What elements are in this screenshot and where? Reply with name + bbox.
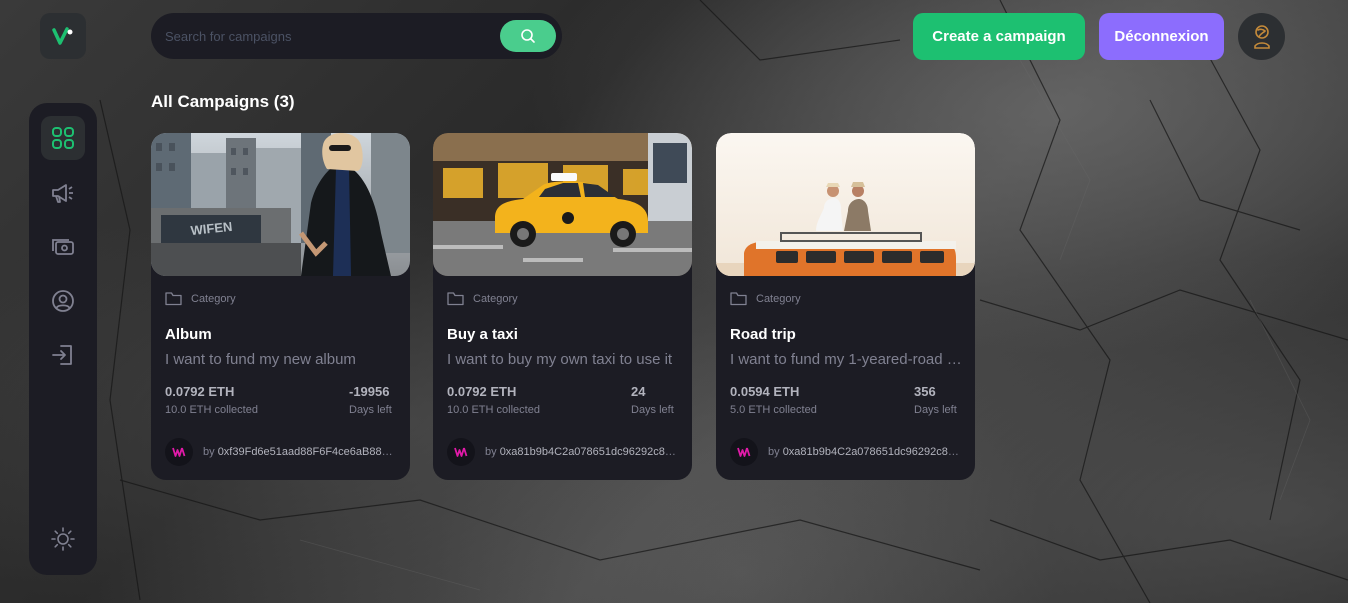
sidebar-item-profile[interactable] bbox=[41, 279, 85, 323]
campaign-description: I want to fund my new album bbox=[165, 351, 356, 368]
campaign-days-left: 356 bbox=[914, 384, 936, 399]
sidebar-item-dashboard[interactable] bbox=[41, 116, 85, 160]
owner-avatar bbox=[447, 438, 475, 466]
theme-toggle[interactable] bbox=[41, 517, 85, 561]
category-label: Category bbox=[756, 293, 801, 305]
folder-icon bbox=[730, 292, 747, 306]
sidebar-item-campaign[interactable] bbox=[41, 171, 85, 215]
owner-logo-icon bbox=[454, 447, 468, 457]
payment-icon bbox=[52, 239, 74, 255]
campaign-title: Buy a taxi bbox=[447, 326, 518, 343]
logout-button[interactable]: Déconnexion bbox=[1099, 13, 1224, 60]
category-label: Category bbox=[473, 293, 518, 305]
owner-by-label: by bbox=[768, 446, 780, 458]
campaign-card[interactable]: Category Buy a taxi I want to buy my own… bbox=[433, 133, 692, 480]
campaign-card[interactable]: Category Road trip I want to fund my 1-y… bbox=[716, 133, 975, 480]
campaign-owner: by 0xa81b9b4C2a078651dc96292c8b9c0a0F bbox=[730, 438, 962, 466]
app-logo[interactable] bbox=[40, 13, 86, 59]
avatar[interactable] bbox=[1238, 13, 1285, 60]
campaign-description: I want to fund my 1-yeared-road trip bbox=[730, 351, 962, 368]
folder-icon bbox=[447, 292, 464, 306]
sun-icon bbox=[51, 527, 75, 551]
owner-address: 0xf39Fd6e51aad88F6F4ce6aB8827279cffFb922… bbox=[217, 446, 397, 458]
campaign-description: I want to buy my own taxi to use it bbox=[447, 351, 673, 368]
campaign-title: Album bbox=[165, 326, 212, 343]
search-icon bbox=[521, 29, 535, 43]
campaign-amount: 0.0792 ETH bbox=[165, 384, 235, 399]
campaign-amount: 0.0594 ETH bbox=[730, 384, 800, 399]
dashboard-icon bbox=[52, 127, 74, 149]
category-row: Category bbox=[447, 292, 518, 306]
logout-icon bbox=[52, 345, 72, 365]
campaign-amount: 0.0792 ETH bbox=[447, 384, 517, 399]
campaign-image-taxi bbox=[433, 133, 692, 276]
page-title: All Campaigns (3) bbox=[151, 92, 295, 111]
owner-by-label: by bbox=[485, 446, 497, 458]
search-button[interactable] bbox=[500, 20, 556, 52]
sidebar bbox=[29, 103, 97, 575]
campaign-collected-label: 10.0 ETH collected bbox=[165, 404, 258, 416]
campaign-image-road-trip bbox=[716, 133, 975, 276]
campaign-days-label: Days left bbox=[914, 404, 957, 416]
create-campaign-button[interactable]: Create a campaign bbox=[913, 13, 1085, 60]
campaign-days-left: 24 bbox=[631, 384, 646, 399]
campaign-collected-label: 5.0 ETH collected bbox=[730, 404, 817, 416]
sidebar-item-logout[interactable] bbox=[41, 333, 85, 377]
campaign-days-left: -19956 bbox=[349, 384, 390, 399]
campaign-card[interactable]: WIFEN Category Album I want to fund my n… bbox=[151, 133, 410, 480]
campaign-owner: by 0xf39Fd6e51aad88F6F4ce6aB8827279cffFb… bbox=[165, 438, 397, 466]
owner-avatar bbox=[165, 438, 193, 466]
owner-logo-icon bbox=[737, 447, 751, 457]
logo-icon bbox=[52, 27, 73, 45]
category-row: Category bbox=[730, 292, 801, 306]
owner-logo-icon bbox=[172, 447, 186, 457]
campaign-days-label: Days left bbox=[349, 404, 392, 416]
category-label: Category bbox=[191, 293, 236, 305]
owner-by-label: by bbox=[203, 446, 215, 458]
owner-avatar bbox=[730, 438, 758, 466]
search-bar bbox=[151, 13, 562, 59]
profile-icon bbox=[52, 290, 74, 312]
campaign-title: Road trip bbox=[730, 326, 796, 343]
owner-address: 0xa81b9b4C2a078651dc96292c8b9c0a0F bbox=[499, 446, 679, 458]
campaign-collected-label: 10.0 ETH collected bbox=[447, 404, 540, 416]
owner-address: 0xa81b9b4C2a078651dc96292c8b9c0a0F bbox=[782, 446, 962, 458]
campaign-owner: by 0xa81b9b4C2a078651dc96292c8b9c0a0F bbox=[447, 438, 679, 466]
campaign-image-album: WIFEN bbox=[151, 133, 410, 276]
category-row: Category bbox=[165, 292, 236, 306]
search-input[interactable] bbox=[165, 13, 495, 59]
user-avatar-icon bbox=[1253, 24, 1270, 49]
campaign-days-label: Days left bbox=[631, 404, 674, 416]
folder-icon bbox=[165, 292, 182, 306]
campaign-megaphone-icon bbox=[52, 184, 73, 203]
sidebar-item-payment[interactable] bbox=[41, 225, 85, 269]
